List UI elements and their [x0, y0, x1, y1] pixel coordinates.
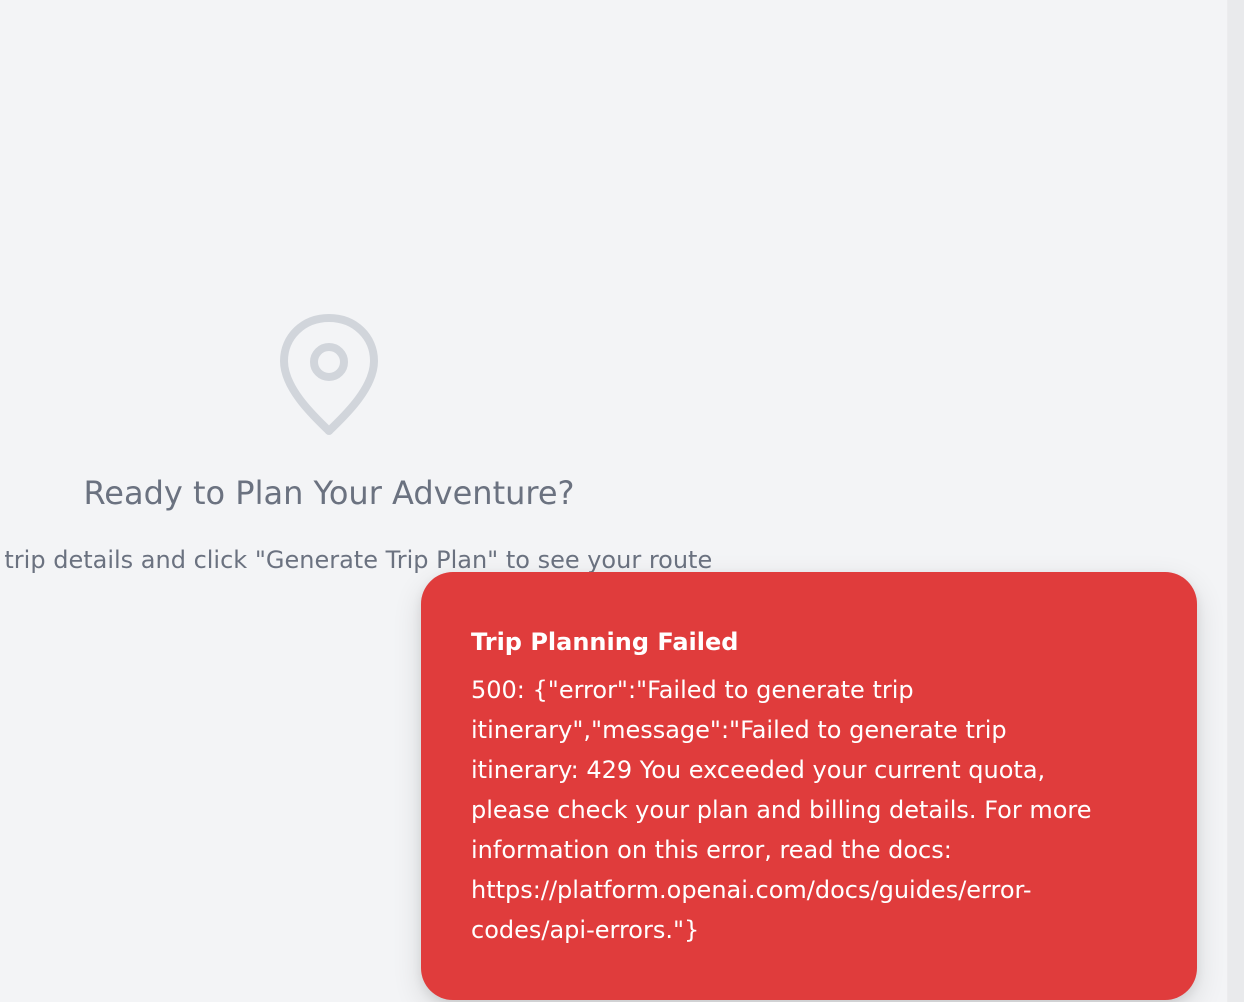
error-toast[interactable]: Trip Planning Failed 500: {"error":"Fail… [421, 572, 1197, 1000]
page: Ready to Plan Your Adventure? e trip det… [0, 0, 1244, 1002]
toast-title: Trip Planning Failed [471, 628, 739, 656]
scrollbar[interactable] [1227, 0, 1244, 1002]
empty-state-title: Ready to Plan Your Adventure? [83, 474, 575, 512]
empty-state-subtitle: e trip details and click "Generate Trip … [0, 546, 713, 574]
toast-message: 500: {"error":"Failed to generate trip i… [471, 676, 1092, 944]
map-pin-icon [280, 314, 378, 435]
